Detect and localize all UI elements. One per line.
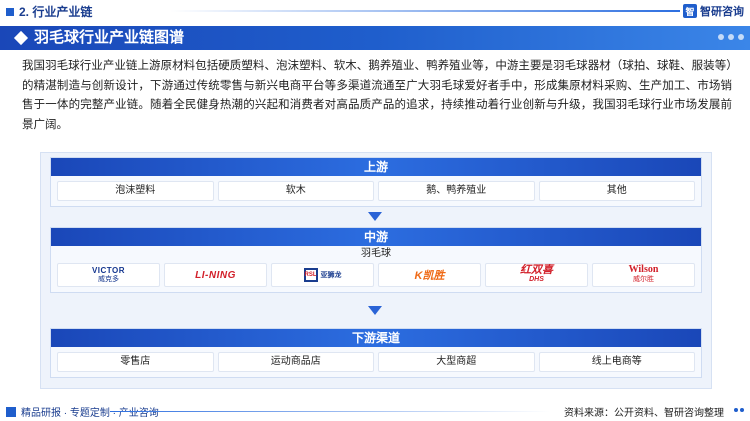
- section-title: 2. 行业产业链: [19, 5, 93, 19]
- square-icon: [6, 406, 16, 417]
- brand-wilson: Wilson 威尔胜: [592, 263, 695, 287]
- header-divider: [170, 10, 680, 12]
- brand-kason: K凯胜: [378, 263, 481, 287]
- brand-rsl: RSL 亚狮龙: [271, 263, 374, 287]
- upstream-item: 软木: [217, 181, 374, 201]
- downstream-item: 线上电商等: [538, 352, 695, 372]
- brand-victor: VICTOR 威克多: [57, 263, 160, 287]
- downstream-item: 运动商品店: [217, 352, 374, 372]
- rsl-cn: 亚狮龙: [320, 272, 342, 279]
- down-arrow-icon: [368, 306, 382, 315]
- brand-logo-icon: 智: [683, 4, 697, 18]
- downstream-section: 下游渠道 零售店 运动商品店 大型商超 线上电商等: [50, 328, 702, 378]
- lining-wordmark: LI-NING: [195, 269, 236, 281]
- midstream-title: 中游: [51, 228, 701, 246]
- page-title: 羽毛球行业产业链图谱: [34, 29, 185, 46]
- wilson-wordmark: Wilson: [628, 264, 659, 275]
- midstream-product: 羽毛球: [361, 248, 391, 259]
- upstream-title: 上游: [51, 158, 701, 176]
- title-banner: 羽毛球行业产业链图谱: [0, 26, 750, 50]
- diamond-icon: [13, 30, 29, 46]
- rsl-mark: RSL: [303, 268, 318, 282]
- dhs-cn: 红双喜: [520, 264, 553, 276]
- down-arrow-icon: [368, 212, 382, 221]
- upstream-item: 鹅、鸭养殖业: [378, 181, 535, 201]
- brand-dhs: 红双喜 DHS: [485, 263, 588, 287]
- decorative-dots: [714, 34, 744, 40]
- downstream-title: 下游渠道: [51, 329, 701, 347]
- downstream-item: 大型商超: [378, 352, 535, 372]
- source-note: 资料来源：公开资料、智研咨询整理: [564, 408, 724, 419]
- victor-cn: 威克多: [97, 276, 119, 283]
- brand-logo: 智 智研咨询: [683, 3, 744, 19]
- midstream-section: 中游 羽毛球 VICTOR 威克多 LI-NING RSL 亚狮龙 K凯胜 红双…: [50, 227, 702, 293]
- description-paragraph: 我国羽毛球行业产业链上游原材料包括硬质塑料、泡沫塑料、软木、鹅养殖业、鸭养殖业等…: [22, 60, 732, 131]
- upstream-item: 泡沫塑料: [57, 181, 214, 201]
- victor-wordmark: VICTOR: [91, 266, 126, 275]
- footer-divider: [110, 411, 550, 412]
- decorative-dots: [732, 408, 744, 412]
- kason-wordmark: K凯胜: [414, 270, 445, 282]
- wilson-cn: 威尔胜: [633, 276, 654, 283]
- dhs-en: DHS: [529, 276, 544, 283]
- brand-lining: LI-NING: [164, 263, 267, 287]
- square-icon: [6, 7, 14, 16]
- downstream-item: 零售店: [57, 352, 214, 372]
- upstream-section: 上游 泡沫塑料 软木 鹅、鸭养殖业 其他: [50, 157, 702, 207]
- upstream-item: 其他: [538, 181, 695, 201]
- section-heading: 2. 行业产业链: [6, 3, 92, 20]
- top-header: 2. 行业产业链 智 智研咨询: [0, 0, 750, 22]
- footer: 精品研报 · 专题定制 · 产业咨询 资料来源：公开资料、智研咨询整理: [0, 401, 750, 421]
- brand-name: 智研咨询: [700, 6, 744, 18]
